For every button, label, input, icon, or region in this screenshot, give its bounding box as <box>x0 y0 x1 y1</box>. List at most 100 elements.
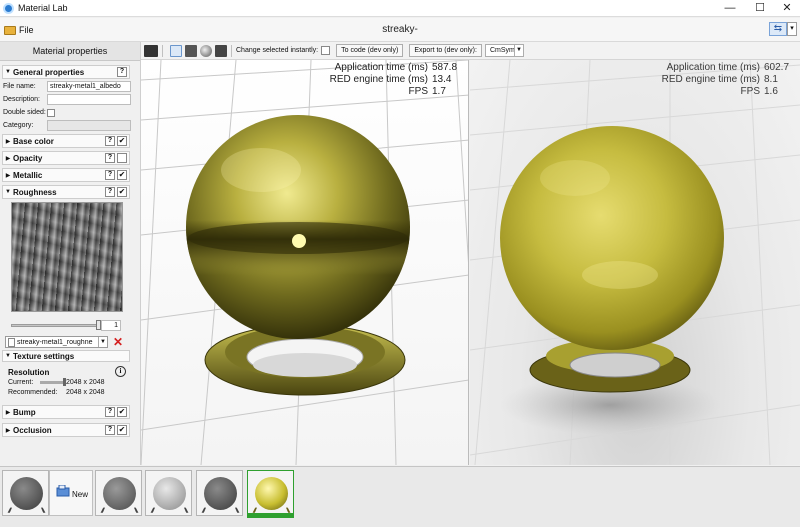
raytraced-viewport[interactable]: Application time (ms) 602.7 RED engine ti… <box>470 60 800 465</box>
collapse-arrow-icon: ▼ <box>5 69 11 75</box>
help-button[interactable]: ? <box>105 407 115 417</box>
section-roughness[interactable]: ▼ Roughness ? ✔ <box>2 185 130 199</box>
document-icon <box>8 337 15 347</box>
help-button[interactable]: ? <box>117 67 127 77</box>
expand-arrow-icon: ▶ <box>5 155 11 162</box>
material-thumbnail[interactable] <box>145 470 192 516</box>
sphere-view-icon[interactable] <box>200 44 212 57</box>
file-name-label: File name: <box>3 83 36 90</box>
sphere-icon <box>255 477 288 510</box>
window-title: Material Lab <box>18 3 68 13</box>
fps-value: 1.7 <box>432 86 446 97</box>
help-button[interactable]: ? <box>105 187 115 197</box>
viewport-toolbar: Change selected instantly: To code (dev … <box>141 42 800 60</box>
material-thumbnail-selected[interactable] <box>247 470 294 518</box>
roughness-texture-preview[interactable] <box>11 202 123 312</box>
help-button[interactable]: ? <box>105 425 115 435</box>
chevron-down-icon: ▼ <box>98 337 107 347</box>
recommended-resolution-value: 2048 x 2048 <box>66 389 105 396</box>
current-label: Current: <box>8 379 34 386</box>
opacity-enabled-checkbox[interactable] <box>117 153 127 163</box>
performance-stats: Application time (ms) 587.8 RED engine ti… <box>330 62 458 98</box>
section-occlusion[interactable]: ▶ Occlusion ? ✔ <box>2 423 130 437</box>
sphere-icon <box>153 477 186 510</box>
help-button[interactable]: ? <box>105 170 115 180</box>
close-icon: ✕ <box>112 335 124 349</box>
help-button[interactable]: ? <box>105 153 115 163</box>
cylinder-view-icon[interactable] <box>215 44 227 57</box>
roughness-enabled-checkbox[interactable]: ✔ <box>117 187 127 197</box>
bump-enabled-checkbox[interactable]: ✔ <box>117 407 127 417</box>
occlusion-enabled-checkbox[interactable]: ✔ <box>117 425 127 435</box>
close-button[interactable]: ✕ <box>772 0 800 17</box>
description-field[interactable] <box>47 94 131 105</box>
double-sided-row: Double sided: <box>3 107 131 118</box>
stand-icon <box>100 507 139 513</box>
export-to-button[interactable]: Export to (dev only): <box>409 44 482 57</box>
material-thumbnail[interactable] <box>2 470 49 516</box>
new-label: New <box>72 490 89 499</box>
info-icon[interactable]: i <box>115 366 126 377</box>
export-target-select[interactable]: CmSym ▼ <box>484 44 524 57</box>
section-opacity[interactable]: ▶ Opacity ? <box>2 151 130 165</box>
base-color-enabled-checkbox[interactable]: ✔ <box>117 136 127 146</box>
realtime-viewport[interactable]: Application time (ms) 587.8 RED engine ti… <box>141 60 469 465</box>
remove-texture-button[interactable]: ✕ <box>112 336 124 348</box>
plane-view-icon[interactable] <box>170 44 182 57</box>
change-instantly-label: Change selected instantly: <box>236 47 319 54</box>
document-title: streaky- <box>382 24 418 35</box>
engine-time-value: 13.4 <box>432 74 452 85</box>
engine-time-label: RED engine time (ms) <box>661 74 760 85</box>
section-base-color[interactable]: ▶ Base color ? ✔ <box>2 134 130 148</box>
roughness-value-field[interactable]: 1 <box>101 320 121 331</box>
engine-time-value: 8.1 <box>764 74 778 85</box>
view-menu-button[interactable]: ▾ <box>787 22 797 36</box>
stand-icon <box>7 507 46 513</box>
material-preview-object <box>500 126 724 435</box>
roughness-texture-select[interactable]: streaky-metal1_roughne ▼ <box>5 336 108 348</box>
maximize-button[interactable]: ☐ <box>745 0 775 17</box>
to-code-button[interactable]: To code (dev only) <box>336 44 404 57</box>
chevron-down-icon: ▾ <box>790 25 794 32</box>
double-sided-checkbox[interactable] <box>47 108 55 117</box>
section-metallic[interactable]: ▶ Metallic ? ✔ <box>2 168 130 182</box>
section-bump[interactable]: ▶ Bump ? ✔ <box>2 405 130 419</box>
file-name-row: File name: streaky-metal1_albedo <box>3 81 131 92</box>
file-name-field[interactable]: streaky-metal1_albedo <box>47 81 131 92</box>
section-texture-settings[interactable]: ▼ Texture settings <box>2 350 130 362</box>
recommended-label: Recommended: <box>8 389 58 396</box>
expand-arrow-icon: ▶ <box>5 138 11 145</box>
arrows-icon: ⇆ <box>773 23 783 34</box>
toolbar-separator <box>231 44 232 57</box>
resolution-slider[interactable] <box>40 378 66 386</box>
swap-view-button[interactable]: ⇆ <box>769 22 787 36</box>
roughness-slider[interactable] <box>11 324 99 327</box>
change-instantly-checkbox[interactable] <box>321 46 331 55</box>
section-general-properties[interactable]: ▼ General properties ? <box>2 65 130 79</box>
section-label: Base color <box>13 136 54 146</box>
section-label: Metallic <box>13 170 43 180</box>
recommended-resolution-row: Recommended: 2048 x 2048 <box>8 389 105 396</box>
collapse-arrow-icon: ▼ <box>5 189 11 195</box>
box-view-icon[interactable] <box>185 44 197 57</box>
camera-icon[interactable] <box>144 44 158 57</box>
stand-icon <box>201 507 240 513</box>
double-sided-label: Double sided: <box>3 109 46 116</box>
minimize-button[interactable]: — <box>715 0 745 17</box>
metallic-enabled-checkbox[interactable]: ✔ <box>117 170 127 180</box>
new-material-button[interactable]: New <box>49 470 93 516</box>
category-field[interactable] <box>47 120 131 131</box>
fps-label: FPS <box>740 86 760 97</box>
app-time-value: 587.8 <box>432 62 458 73</box>
material-thumbnail[interactable] <box>196 470 243 516</box>
fps-label: FPS <box>408 86 428 97</box>
app-time-label: Application time (ms) <box>334 62 428 73</box>
section-label: Roughness <box>13 187 57 197</box>
material-preview-object <box>186 115 469 396</box>
performance-stats: Application time (ms) 602.7 RED engine ti… <box>662 62 790 98</box>
material-thumbnail[interactable] <box>95 470 142 516</box>
help-button[interactable]: ? <box>105 136 115 146</box>
current-resolution-value: 2048 x 2048 <box>66 379 105 386</box>
description-row: Description: <box>3 94 131 105</box>
current-resolution-row: Current: 2048 x 2048 <box>8 378 105 386</box>
